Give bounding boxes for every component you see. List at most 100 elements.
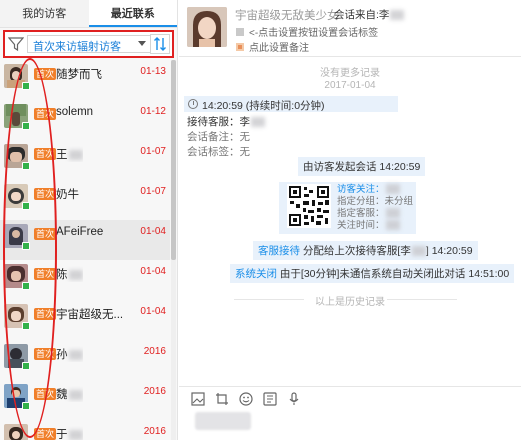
visitor-name: 奶牛	[56, 189, 79, 201]
visitor-photo	[187, 7, 227, 47]
visit-date: 01-13	[140, 66, 166, 77]
visitor-row[interactable]: 首次 陈 01-04	[0, 260, 170, 300]
visitor-name: 孙	[56, 346, 83, 362]
first-visit-tag: 首次	[34, 348, 57, 360]
clock-icon	[188, 99, 198, 109]
session-time: 14:20:59 (持续时间:0分钟)	[202, 100, 325, 112]
close-notice: 系统关闭 由于[30分钟]未通信系统自动关闭此对话 14:51:00	[230, 264, 515, 283]
tag-hint[interactable]: <-点击设置按钮设置会话标签	[235, 24, 378, 39]
avatar[interactable]	[187, 7, 227, 47]
filter-dropdown[interactable]: 首次来访辐射访客	[27, 35, 153, 53]
edit-remark-icon	[236, 43, 244, 51]
input-toolbar	[179, 386, 521, 408]
no-more-records: 没有更多记录	[320, 68, 380, 79]
message-input[interactable]	[195, 412, 251, 430]
avatar	[4, 424, 28, 440]
session-remark: 会话备注：无	[187, 131, 250, 143]
visitor-row[interactable]: 首次 奶牛 01-07	[0, 180, 170, 220]
visitor-row[interactable]: 首次 王 01-07	[0, 140, 170, 180]
visitor-row[interactable]: 首次 魏 2016	[0, 380, 170, 420]
first-visit-tag: 首次	[34, 108, 57, 120]
first-visit-tag: 首次	[34, 68, 57, 80]
visitor-name: 王	[56, 146, 83, 162]
history-boundary-label: 以上是历史记录	[315, 297, 385, 308]
online-badge-icon	[22, 402, 30, 410]
visitor-name: 于	[56, 426, 83, 440]
sort-arrows-icon	[154, 37, 166, 51]
visitor-row[interactable]: 首次 于 2016	[0, 420, 170, 440]
system-close-link[interactable]: 系统关闭	[235, 268, 277, 280]
visitor-name: AFeiFree	[56, 226, 104, 238]
session-label: 会话标签：无	[187, 146, 250, 158]
visitor-row[interactable]: 首次 随梦而飞 01-13	[0, 60, 170, 100]
online-badge-icon	[22, 162, 30, 170]
assign-notice: 客服接待 分配给上次接待客服[李] 14:20:59	[253, 241, 478, 260]
qr-time-line: 关注时间：	[337, 220, 413, 232]
online-badge-icon	[22, 202, 30, 210]
visitor-row[interactable]: 首次 AFeiFree 01-04	[0, 220, 170, 260]
visitor-name: 魏	[56, 386, 83, 402]
visitor-start-notice: 由访客发起会话 14:20:59	[298, 157, 426, 176]
session-source: 会话来自:李	[334, 7, 405, 22]
online-badge-icon	[22, 322, 30, 330]
visitor-tabs: 我的访客 最近联系	[0, 0, 177, 28]
session-info: 14:20:59 (持续时间:0分钟)	[184, 96, 398, 112]
visitor-name: solemn	[56, 106, 94, 118]
chat-history: 没有更多记录 2017-01-04 14:20:59 (持续时间:0分钟) 接待…	[179, 58, 521, 378]
first-visit-tag: 首次	[34, 148, 57, 160]
filter-funnel-icon[interactable]	[8, 36, 24, 52]
online-badge-icon	[22, 82, 30, 90]
chat-panel: 宇宙超级无敌美少女 会话来自:李 <-点击设置按钮设置会话标签 点此设置备注 没…	[179, 0, 521, 440]
sort-button[interactable]	[150, 34, 170, 54]
filter-selected-label: 首次来访辐射访客	[33, 41, 121, 53]
visit-date: 01-04	[140, 266, 166, 277]
visit-date: 2016	[143, 386, 166, 397]
filter-bar: 首次来访辐射访客	[3, 30, 174, 58]
emoji-icon[interactable]	[239, 392, 253, 406]
visit-date: 01-04	[140, 306, 166, 317]
visitor-display-name: 宇宙超级无敌美少女	[235, 10, 339, 22]
first-visit-tag: 首次	[34, 388, 57, 400]
visitor-name: 随梦而飞	[56, 69, 102, 81]
image-icon[interactable]	[191, 392, 205, 406]
visit-date: 01-12	[140, 106, 166, 117]
chat-header: 宇宙超级无敌美少女 会话来自:李 <-点击设置按钮设置会话标签 点此设置备注	[179, 0, 521, 57]
crop-screenshot-icon[interactable]	[215, 392, 229, 406]
visitor-row[interactable]: 首次 宇宙超级无... 01-04	[0, 300, 170, 340]
first-visit-tag: 首次	[34, 428, 57, 440]
tab-recent-contacts[interactable]: 最近联系	[88, 0, 177, 27]
qr-follow-line: 访客关注：	[337, 184, 413, 196]
first-visit-tag: 首次	[34, 308, 57, 320]
qr-code-icon[interactable]	[287, 184, 331, 228]
agent-assign-link[interactable]: 客服接待	[258, 245, 300, 257]
remark-hint[interactable]: 点此设置备注	[235, 39, 309, 54]
first-visit-tag: 首次	[34, 228, 57, 240]
online-badge-icon	[22, 122, 30, 130]
microphone-icon[interactable]	[287, 392, 301, 406]
tab-my-visitors[interactable]: 我的访客	[0, 0, 89, 27]
online-badge-icon	[22, 242, 30, 250]
online-badge-icon	[22, 362, 30, 370]
qr-details: 访客关注： 指定分组：未分组 指定客服： 关注时间：	[337, 184, 413, 232]
visitor-list-scrollbar[interactable]	[171, 60, 176, 440]
history-date: 2017-01-04	[324, 80, 376, 91]
qr-group-line: 指定分组：未分组	[337, 196, 414, 207]
visit-date: 01-07	[140, 146, 166, 157]
tag-icon	[236, 28, 244, 36]
visit-date: 2016	[143, 426, 166, 437]
first-visit-tag: 首次	[34, 188, 57, 200]
wechat-qr-card: 访客关注： 指定分组：未分组 指定客服： 关注时间：	[279, 182, 416, 234]
online-badge-icon	[22, 282, 30, 290]
visit-date: 01-04	[140, 226, 166, 237]
visitor-name: 宇宙超级无...	[56, 309, 124, 321]
scrollbar-thumb[interactable]	[171, 60, 176, 260]
visitor-row[interactable]: 首次 孙 2016	[0, 340, 170, 380]
first-visit-tag: 首次	[34, 268, 57, 280]
qr-agent-line: 指定客服：	[337, 208, 413, 220]
visitor-row[interactable]: 首次 solemn 01-12	[0, 100, 170, 140]
divider	[387, 299, 457, 300]
quick-reply-icon[interactable]	[263, 392, 277, 406]
visitor-panel: 我的访客 最近联系 首次来访辐射访客 首次 随梦而飞 01-13 首次 sole…	[0, 0, 178, 440]
chevron-down-icon	[138, 41, 146, 46]
visit-date: 01-07	[140, 186, 166, 197]
